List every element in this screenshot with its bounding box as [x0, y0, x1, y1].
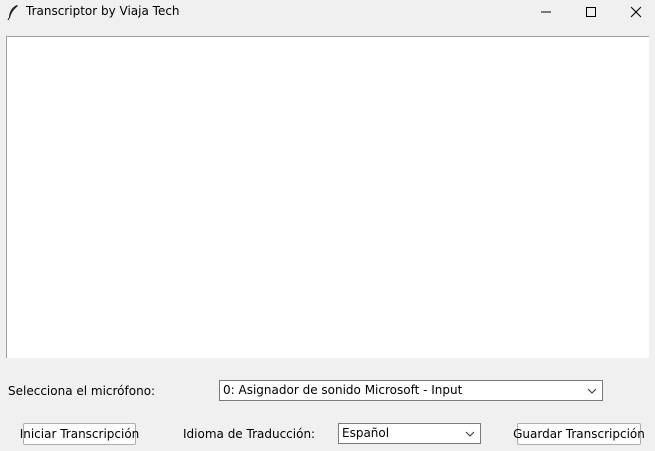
feather-icon [7, 5, 18, 20]
chevron-down-icon [587, 388, 597, 394]
language-select[interactable]: Español [338, 423, 481, 444]
mic-label: Selecciona el micrófono: [8, 384, 156, 398]
maximize-icon [586, 7, 596, 17]
title-bar: Transcriptor by Viaja Tech [0, 0, 655, 24]
save-transcription-button[interactable]: Guardar Transcripción [513, 423, 645, 445]
chevron-down-icon [465, 431, 475, 437]
close-button[interactable] [613, 0, 655, 24]
mic-select[interactable]: 0: Asignador de sonido Microsoft - Input [219, 380, 603, 401]
minimize-icon [541, 11, 551, 13]
mic-select-value: 0: Asignador de sonido Microsoft - Input [223, 383, 463, 397]
language-label: Idioma de Traducción: [183, 427, 316, 441]
start-transcription-button[interactable]: Iniciar Transcripción [20, 423, 139, 445]
transcription-text-area[interactable] [6, 36, 649, 358]
language-select-value: Español [342, 426, 390, 440]
window-title: Transcriptor by Viaja Tech [26, 4, 180, 18]
maximize-button[interactable] [568, 0, 614, 24]
close-icon [630, 6, 642, 18]
minimize-button[interactable] [523, 0, 569, 24]
